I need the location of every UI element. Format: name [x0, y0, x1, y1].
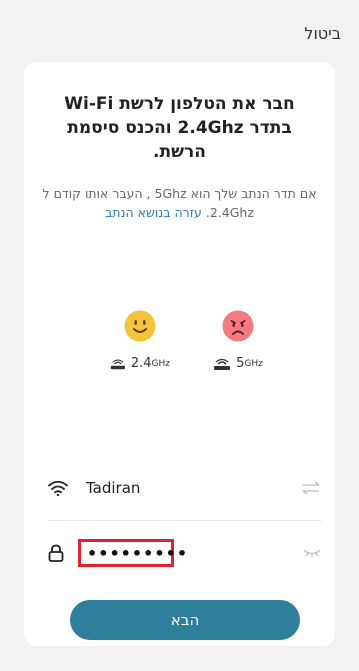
sad-face-icon [222, 310, 254, 342]
band-value: 5 [236, 356, 245, 371]
next-button[interactable]: הבא [70, 600, 300, 640]
cancel-button[interactable]: ביטול [304, 24, 341, 43]
band-5ghz: 5 GHz [208, 310, 268, 371]
router-icon [214, 358, 231, 370]
top-bar: ביטול [0, 0, 359, 62]
lock-icon [48, 544, 64, 562]
wifi-icon [48, 480, 68, 496]
band-unit: GHz [244, 358, 263, 369]
band-label: 5 GHz [208, 356, 268, 371]
divider [48, 520, 321, 521]
wifi-setup-card: חבר את הטלפון לרשת Wi-Fi בתדר 2.4Ghz והכ… [24, 62, 335, 646]
band-label: 2.4 GHz [110, 356, 170, 371]
band-2-4ghz: 2.4 GHz [110, 310, 170, 371]
switch-network-icon[interactable] [301, 481, 321, 495]
ssid-row[interactable]: Tadiran [48, 472, 321, 504]
happy-face-icon [124, 310, 156, 342]
password-value: ••••••••• [87, 543, 189, 563]
show-password-icon[interactable] [303, 548, 321, 558]
password-field[interactable]: ••••••••• [78, 539, 187, 567]
router-icon [110, 358, 125, 369]
instruction-text: אם תדר הנתב שלך הוא 5Ghz , העבר אותו קוד… [38, 184, 321, 222]
password-row[interactable]: ••••••••• [48, 536, 321, 570]
ssid-input[interactable]: Tadiran [86, 479, 301, 497]
band-unit: GHz [151, 358, 170, 369]
page-title: חבר את הטלפון לרשת Wi-Fi בתדר 2.4Ghz והכ… [64, 94, 295, 162]
router-help-link[interactable]: עזרה בנושא הנתב [105, 205, 202, 220]
band-value: 2.4 [130, 356, 152, 371]
